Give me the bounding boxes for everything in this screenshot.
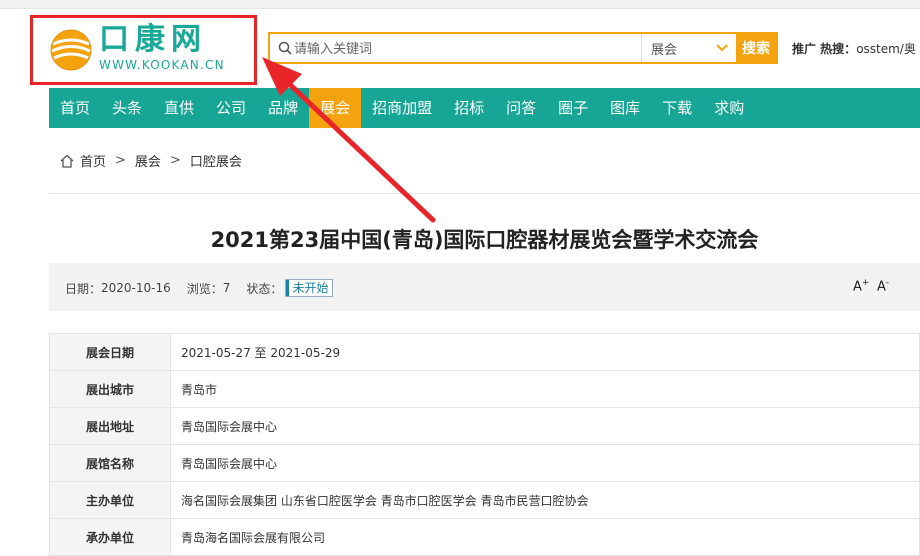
row-value: 青岛国际会展中心 — [170, 407, 920, 445]
plus-icon: + — [861, 278, 870, 288]
breadcrumb-dental-exhibition[interactable]: 口腔展会 — [190, 151, 242, 170]
table-row: 承办单位 青岛海名国际会展有限公司 — [49, 518, 920, 556]
table-row: 展馆名称 青岛国际会展中心 — [49, 444, 920, 482]
search-category-value: 展会 — [651, 42, 678, 58]
chevron-down-icon — [716, 44, 728, 52]
hot-search-label: 推广 热搜： — [792, 42, 857, 56]
row-label: 展会日期 — [49, 333, 171, 371]
breadcrumb-home[interactable]: 首页 — [80, 151, 106, 170]
row-label: 展馆名称 — [49, 444, 171, 482]
nav-item-brand[interactable]: 品牌 — [257, 88, 309, 128]
search-button[interactable]: 搜索 — [736, 34, 776, 62]
table-row: 主办单位 海名国际会展集团 山东省口腔医学会 青岛市口腔医学会 青岛市民营口腔协… — [49, 481, 920, 519]
search-input[interactable] — [270, 34, 641, 64]
row-label: 展出地址 — [49, 407, 171, 445]
nav-item-download[interactable]: 下载 — [651, 88, 703, 128]
nav-item-company[interactable]: 公司 — [205, 88, 257, 128]
logo-text[interactable]: 口康网 — [99, 22, 207, 58]
minus-icon: - — [885, 278, 890, 288]
date-value: 2020-10-16 — [101, 281, 171, 295]
search-category-select[interactable]: 展会 — [641, 34, 736, 62]
chevron-right-icon: > — [169, 153, 181, 168]
exhibition-details-table: 展会日期 2021-05-27 至 2021-05-29 展出城市 青岛市 展出… — [49, 333, 920, 556]
chevron-right-icon: > — [115, 153, 126, 168]
top-strip — [0, 0, 920, 9]
table-row: 展出城市 青岛市 — [49, 370, 920, 408]
nav-item-headlines[interactable]: 头条 — [101, 88, 153, 128]
breadcrumb-exhibition[interactable]: 展会 — [135, 151, 161, 170]
logo-highlight-box: 口康网 WWW.KOOKAN.CN — [30, 15, 257, 85]
views-value: 7 — [222, 281, 231, 295]
nav-item-home[interactable]: 首页 — [49, 88, 101, 128]
nav-item-qa[interactable]: 问答 — [495, 88, 547, 128]
article-info-bar: 日期： 2020-10-16 浏览： 7 状态： 未开始 A+ A- — [49, 263, 920, 311]
divider — [49, 193, 920, 194]
row-value: 2021-05-27 至 2021-05-29 — [170, 333, 920, 371]
status-badge: 未开始 — [285, 279, 334, 297]
font-decrease-button[interactable]: A- — [877, 278, 889, 294]
article-meta: 日期： 2020-10-16 浏览： 7 状态： 未开始 — [65, 279, 334, 297]
row-value: 青岛海名国际会展有限公司 — [170, 518, 920, 556]
breadcrumb: 首页 > 展会 > 口腔展会 — [60, 151, 242, 170]
row-value: 海名国际会展集团 山东省口腔医学会 青岛市口腔医学会 青岛市民营口腔协会 — [170, 481, 920, 519]
main-nav: 首页 头条 直供 公司 品牌 展会 招商加盟 招标 问答 圈子 图库 下载 求购 — [49, 88, 920, 128]
views-label: 浏览： — [186, 281, 223, 296]
date-label: 日期： — [65, 281, 102, 296]
row-value: 青岛国际会展中心 — [170, 444, 920, 482]
nav-item-exhibition[interactable]: 展会 — [309, 88, 362, 128]
nav-item-buy[interactable]: 求购 — [703, 88, 755, 128]
status-label: 状态： — [246, 281, 283, 296]
nav-item-franchise[interactable]: 招商加盟 — [361, 88, 443, 128]
font-increase-button[interactable]: A+ — [853, 278, 869, 294]
row-label: 展出城市 — [49, 370, 171, 408]
row-label: 承办单位 — [49, 518, 171, 556]
logo-globe-icon[interactable] — [49, 28, 93, 72]
table-row: 展会日期 2021-05-27 至 2021-05-29 — [49, 333, 920, 371]
nav-item-gallery[interactable]: 图库 — [599, 88, 651, 128]
row-value: 青岛市 — [170, 370, 920, 408]
page-title: 2021第23届中国(青岛)国际口腔器材展览会暨学术交流会 — [210, 228, 759, 252]
hot-search-term[interactable]: osstem/奥 — [856, 42, 916, 56]
font-increase-label: A — [853, 279, 862, 295]
table-row: 展出地址 青岛国际会展中心 — [49, 407, 920, 445]
hot-search: 推广 热搜：osstem/奥 — [792, 40, 920, 57]
search-bar: 展会 搜索 — [268, 32, 778, 64]
nav-item-tender[interactable]: 招标 — [443, 88, 495, 128]
home-icon — [60, 154, 74, 168]
search-icon — [278, 41, 292, 55]
font-decrease-label: A — [877, 279, 886, 295]
row-label: 主办单位 — [49, 481, 171, 519]
nav-item-direct[interactable]: 直供 — [153, 88, 205, 128]
logo-url: WWW.KOOKAN.CN — [99, 58, 225, 72]
nav-item-circle[interactable]: 圈子 — [547, 88, 599, 128]
